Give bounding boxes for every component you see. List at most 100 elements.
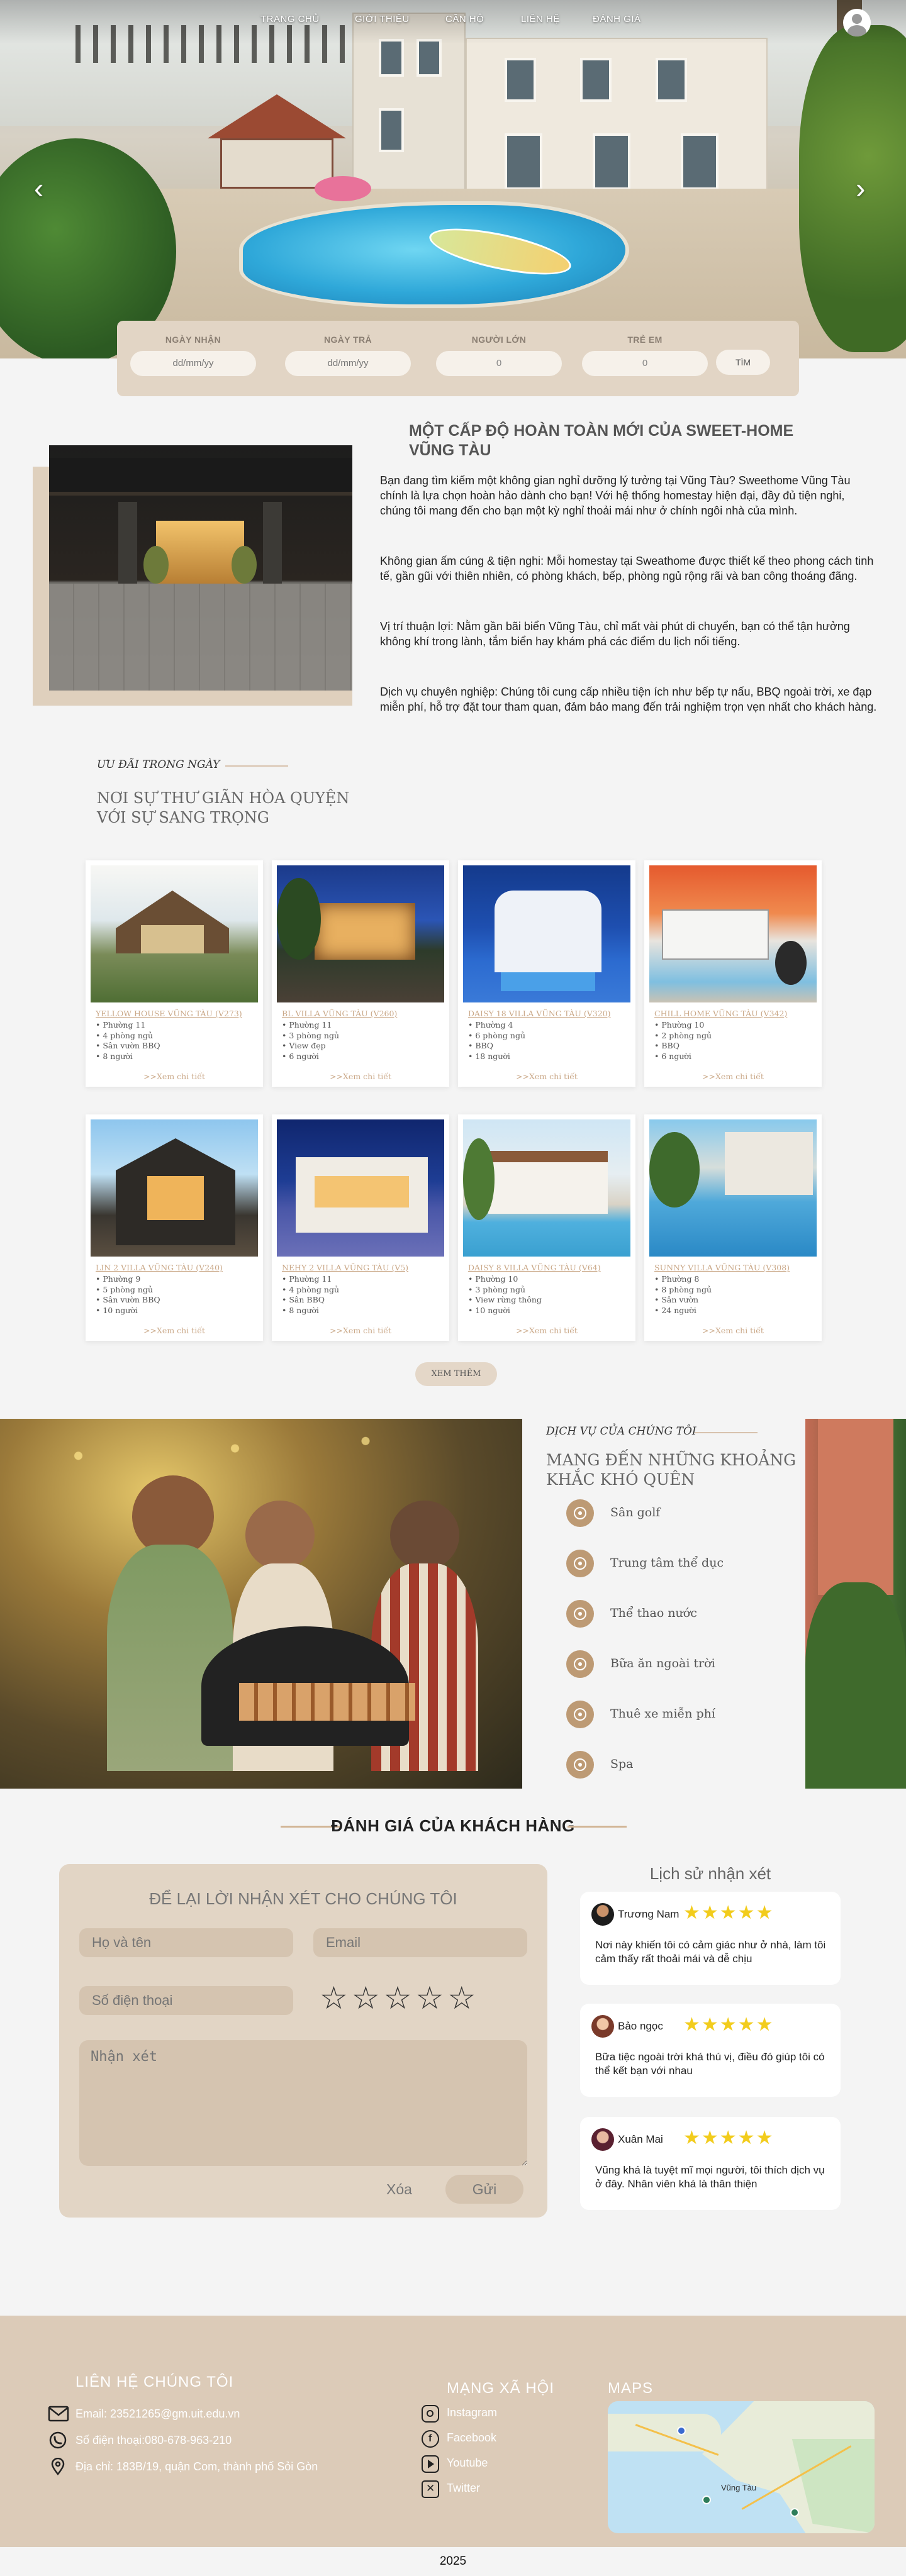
social-instagram-link[interactable]: Instagram	[447, 2406, 497, 2419]
villa-card[interactable]: DAISY 18 VILLA VŨNG TÀU (V320) Phường 4 …	[458, 860, 635, 1087]
villa-card-detail-link[interactable]: >>Xem chi tiết	[86, 1326, 263, 1335]
user-account-icon[interactable]	[843, 9, 871, 36]
phone-field[interactable]	[79, 1986, 293, 2015]
service-car-rental[interactable]: Thuê xe miễn phí	[566, 1701, 793, 1728]
star-icon[interactable]: ☆	[415, 1980, 444, 2016]
service-gym[interactable]: Trung tâm thể dục	[566, 1550, 793, 1577]
about-paragraph-service: Dịch vụ chuyên nghiệp: Chúng tôi cung cấ…	[380, 686, 877, 713]
villa-card-detail-link[interactable]: >>Xem chi tiết	[644, 1326, 822, 1335]
service-water-sports-icon	[566, 1600, 594, 1628]
phone-icon	[49, 2431, 67, 2449]
hero-pool	[239, 201, 629, 308]
nav-home[interactable]: TRANG CHỦ	[260, 14, 320, 25]
search-button[interactable]: TÌM	[716, 350, 770, 375]
review-card: Bảo ngọc ★★★★★ Bữa tiệc ngoài trời khá t…	[580, 2004, 841, 2097]
adults-input[interactable]: 0	[436, 351, 562, 376]
deals-heading-line-1: NƠI SỰ THƯ GIÃN HÒA QUYỆN	[97, 789, 350, 807]
deals-heading: NƠI SỰ THƯ GIÃN HÒA QUYỆN VỚI SỰ SANG TR…	[97, 789, 349, 828]
reviews-title: ĐÁNH GIÁ CỦA KHÁCH HÀNG	[331, 1816, 575, 1835]
service-outdoor-dining[interactable]: Bữa ăn ngoài trời	[566, 1650, 793, 1678]
service-spa[interactable]: Spa	[566, 1751, 793, 1779]
service-golf[interactable]: Sân golf	[566, 1499, 793, 1527]
villa-card-detail-link[interactable]: >>Xem chi tiết	[458, 1072, 635, 1081]
hero-banner: TRANG CHỦ GIỚI THIỆU CĂN HỘ LIÊN HỆ ĐÁNH…	[0, 0, 906, 358]
services-heading: MANG ĐẾN NHỮNG KHOẢNG KHẮC KHÓ QUÊN	[546, 1451, 797, 1489]
checkin-label: NGÀY NHẬN	[165, 335, 221, 345]
clear-button[interactable]: Xóa	[386, 2181, 412, 2198]
villa-card-name[interactable]: NEHY 2 VILLA VŨNG TÀU (V5)	[282, 1263, 408, 1272]
villa-card[interactable]: BL VILLA VŨNG TÀU (V260) Phường 11 3 phò…	[272, 860, 449, 1087]
villa-card-detail-link[interactable]: >>Xem chi tiết	[644, 1072, 822, 1081]
star-icon[interactable]: ☆	[447, 1980, 476, 2016]
children-input[interactable]: 0	[582, 351, 708, 376]
social-youtube-link[interactable]: Youtube	[447, 2457, 488, 2470]
social-twitter-link[interactable]: Twitter	[447, 2482, 480, 2495]
email-field[interactable]	[313, 1928, 527, 1957]
map-marker-icon[interactable]	[702, 2496, 711, 2504]
villa-card-detail-link[interactable]: >>Xem chi tiết	[458, 1326, 635, 1335]
social-facebook-link[interactable]: Facebook	[447, 2431, 496, 2445]
star-icon[interactable]: ☆	[320, 1980, 348, 2016]
villa-card-features: Phường 4 6 phòng ngủ BBQ 18 người	[468, 1020, 525, 1062]
nav-about[interactable]: GIỚI THIỆU	[355, 14, 410, 25]
reviewer-name: Bảo ngọc	[618, 2020, 663, 2032]
location-map[interactable]: Vũng Tàu	[608, 2401, 875, 2533]
map-city-label: Vũng Tàu	[721, 2483, 757, 2492]
villa-card-features: Phường 10 3 phòng ngủ View rừng thông 10…	[468, 1274, 542, 1316]
hero-pool-float	[315, 176, 371, 201]
villa-card-name[interactable]: CHILL HOME VŨNG TÀU (V342)	[654, 1009, 787, 1018]
review-stars-icon: ★★★★★	[683, 2128, 775, 2148]
service-water-sports[interactable]: Thể thao nước	[566, 1600, 793, 1628]
hero-gazebo-roof	[208, 94, 346, 138]
footer-phone[interactable]: Số điện thoại:080-678-963-210	[76, 2434, 232, 2447]
footer-email[interactable]: Email: 23521265@gm.uit.edu.vn	[76, 2407, 240, 2421]
villa-card-image	[463, 1119, 630, 1257]
villa-card-name[interactable]: BL VILLA VŨNG TÀU (V260)	[282, 1009, 397, 1018]
villa-card[interactable]: SUNNY VILLA VŨNG TÀU (V308) Phường 8 8 p…	[644, 1114, 822, 1341]
about-paragraph-space: Không gian ấm cúng & tiện nghi: Mỗi home…	[380, 555, 874, 582]
checkin-input[interactable]	[130, 351, 256, 376]
star-icon[interactable]: ☆	[384, 1980, 412, 2016]
map-marker-icon[interactable]	[790, 2508, 799, 2517]
carousel-next-icon[interactable]: ›	[856, 171, 865, 205]
submit-button[interactable]: Gửi	[445, 2175, 523, 2204]
villa-card[interactable]: DAISY 8 VILLA VŨNG TÀU (V64) Phường 10 3…	[458, 1114, 635, 1341]
villa-card[interactable]: NEHY 2 VILLA VŨNG TÀU (V5) Phường 11 4 p…	[272, 1114, 449, 1341]
star-icon[interactable]: ☆	[352, 1980, 380, 2016]
name-field[interactable]	[79, 1928, 293, 1957]
villa-card[interactable]: YELLOW HOUSE VŨNG TÀU (V273) Phường 11 4…	[86, 860, 263, 1087]
villa-card[interactable]: CHILL HOME VŨNG TÀU (V342) Phường 10 2 p…	[644, 860, 822, 1087]
main-nav: TRANG CHỦ GIỚI THIỆU CĂN HỘ LIÊN HỆ ĐÁNH…	[0, 9, 906, 36]
checkout-field: NGÀY TRẢ	[282, 335, 414, 376]
nav-apartments[interactable]: CĂN HỘ	[445, 14, 484, 25]
facebook-icon[interactable]: f	[422, 2430, 439, 2448]
carousel-prev-icon[interactable]: ‹	[34, 171, 43, 205]
villa-card-name[interactable]: DAISY 18 VILLA VŨNG TÀU (V320)	[468, 1009, 611, 1018]
villa-card-name[interactable]: LIN 2 VILLA VŨNG TÀU (V240)	[96, 1263, 223, 1272]
comment-field[interactable]	[79, 2040, 527, 2166]
about-paragraph-location: Vị trí thuận lợi: Nằm gần bãi biển Vũng …	[380, 620, 850, 648]
villa-card-image	[463, 865, 630, 1002]
youtube-icon[interactable]	[422, 2455, 439, 2473]
villa-card-name[interactable]: YELLOW HOUSE VŨNG TÀU (V273)	[96, 1009, 242, 1018]
instagram-icon[interactable]	[422, 2405, 439, 2423]
villa-card-detail-link[interactable]: >>Xem chi tiết	[272, 1072, 449, 1081]
nav-contact[interactable]: LIÊN HỆ	[521, 14, 560, 25]
villa-card-name[interactable]: SUNNY VILLA VŨNG TÀU (V308)	[654, 1263, 790, 1272]
villa-card-detail-link[interactable]: >>Xem chi tiết	[86, 1072, 263, 1081]
nav-reviews[interactable]: ĐÁNH GIÁ	[593, 14, 641, 25]
review-text: Nơi này khiến tôi có cảm giác như ở nhà,…	[595, 1939, 826, 1965]
villa-card[interactable]: LIN 2 VILLA VŨNG TÀU (V240) Phường 9 5 p…	[86, 1114, 263, 1341]
avatar	[591, 2015, 614, 2038]
villa-card-detail-link[interactable]: >>Xem chi tiết	[272, 1326, 449, 1335]
see-more-button[interactable]: XEM THÊM	[415, 1362, 497, 1386]
footer-maps-title: MAPS	[608, 2380, 654, 2397]
villa-card-features: Phường 11 4 phòng ngủ Sân BBQ 8 người	[282, 1274, 339, 1316]
review-form: ĐỂ LẠI LỜI NHẬN XÉT CHO CHÚNG TÔI ☆☆☆☆☆ …	[59, 1864, 547, 2218]
about-paragraph-intro: Bạn đang tìm kiếm một không gian nghỉ dư…	[380, 474, 851, 517]
twitter-x-icon[interactable]: ✕	[422, 2480, 439, 2498]
checkout-input[interactable]	[285, 351, 411, 376]
review-text: Bữa tiệc ngoài trời khá thú vị, điều đó …	[595, 2051, 825, 2077]
villa-card-name[interactable]: DAISY 8 VILLA VŨNG TÀU (V64)	[468, 1263, 601, 1272]
map-marker-icon[interactable]	[677, 2426, 686, 2435]
